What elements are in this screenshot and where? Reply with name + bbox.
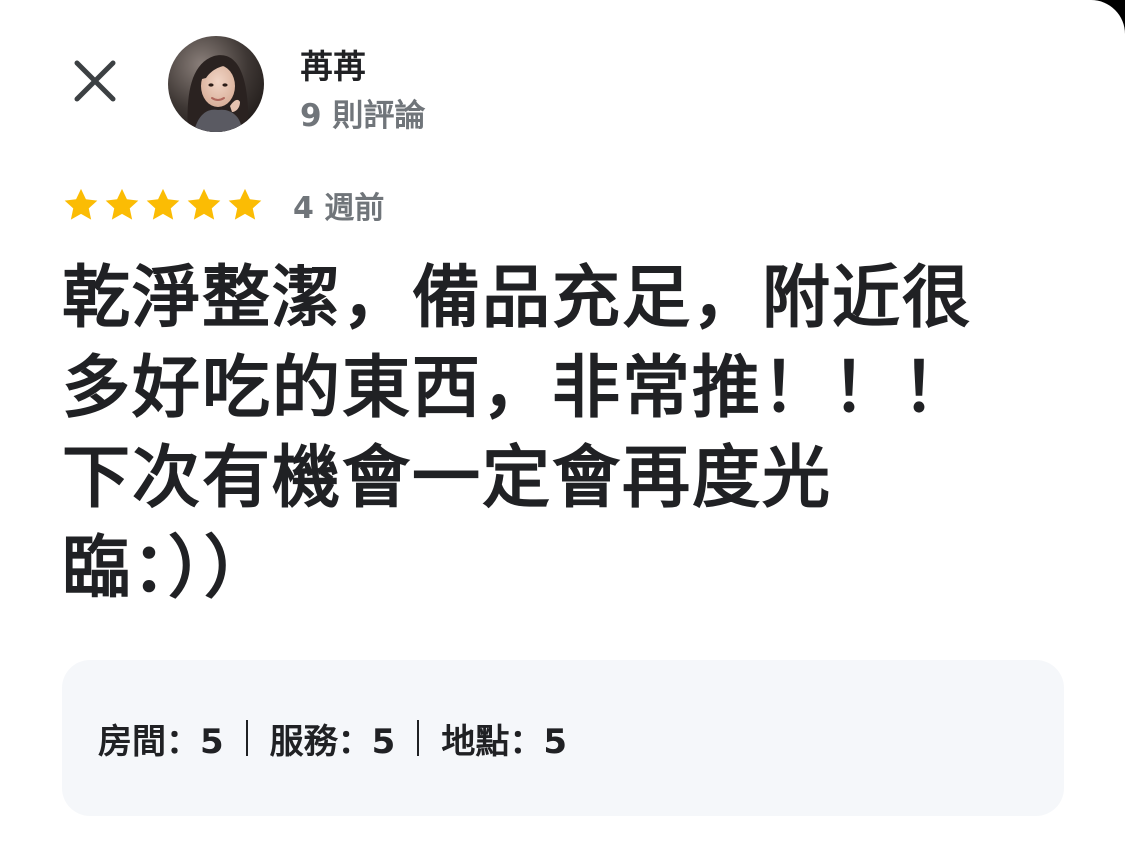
sub-ratings-row: 房間：5 服務：5 地點：5	[98, 710, 567, 766]
review-text: 乾淨整潔，備品充足，附近很 多好吃的東西，非常推！！！ 下次有機會一定會再度光 …	[62, 254, 1022, 614]
separator	[417, 720, 420, 756]
review-text-line: 臨：））	[62, 529, 275, 608]
rating-room: 房間：5	[98, 721, 224, 762]
reviewer-name[interactable]: 苒苒	[300, 40, 366, 88]
rating-row: 4 週前	[62, 183, 384, 227]
separator	[245, 720, 248, 756]
star-icon	[105, 188, 139, 220]
review-time: 4 週前	[293, 191, 385, 226]
review-sheet: 苒苒 9 則評論 4 週前 乾淨整潔，備品充足，附近很 多好吃的東西，非常推！！…	[0, 0, 1125, 843]
review-count: 9 則評論	[300, 98, 426, 134]
review-text-line: 下次有機會一定會再度光	[62, 439, 833, 518]
review-text-line: 多好吃的東西，非常推！！！	[62, 349, 973, 428]
close-icon	[74, 60, 116, 102]
rating-service: 服務：5	[269, 721, 396, 762]
close-button[interactable]	[62, 48, 128, 114]
review-text-line: 乾淨整潔，備品充足，附近很	[62, 259, 973, 338]
star-icon	[187, 188, 221, 220]
star-rating	[62, 186, 267, 224]
sub-ratings-panel: 房間：5 服務：5 地點：5	[62, 660, 1064, 816]
star-icon	[146, 188, 180, 220]
avatar[interactable]	[168, 36, 264, 132]
avatar-photo	[168, 36, 264, 132]
rating-location: 地點：5	[441, 721, 568, 762]
star-icon	[228, 188, 262, 220]
star-icon	[64, 188, 98, 220]
